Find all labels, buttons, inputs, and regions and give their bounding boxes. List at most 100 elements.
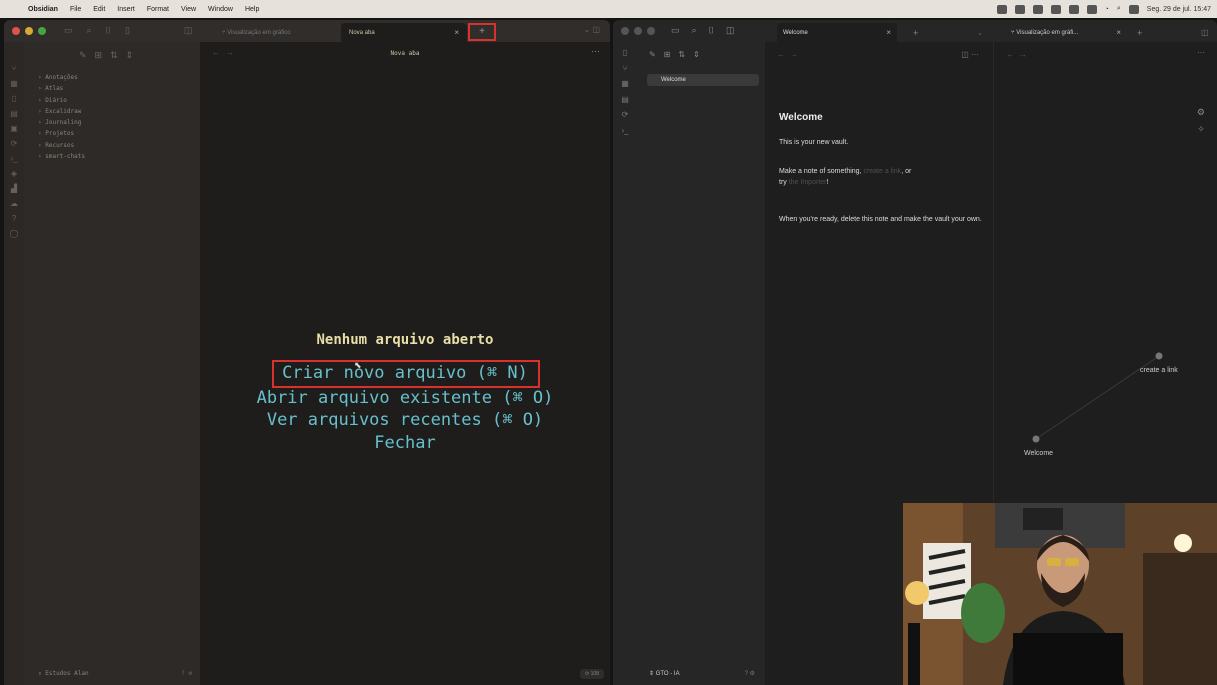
control-center-icon[interactable] [1128,4,1139,14]
menu-file[interactable]: File [64,6,87,13]
folder-item[interactable]: › Projetos [38,128,85,139]
sidebar-toggle-icon[interactable]: ◫ [1195,23,1215,42]
folder-label: smart-chats [45,153,85,161]
sync-icon[interactable]: ⟳ [613,110,637,126]
help-settings-icons[interactable]: ? ⚙ [181,670,192,677]
close-tab-icon[interactable]: × [454,28,459,37]
wifi-icon[interactable]: ◔ [1105,6,1109,13]
new-tab-button[interactable]: + [1131,23,1148,42]
new-note-icon[interactable]: ✎ [649,50,656,59]
new-folder-icon[interactable]: ⊞ [95,50,103,61]
importer-link[interactable]: the Importer [789,179,827,186]
open-existing-file-action[interactable]: Abrir arquivo existente (⌘ O) [200,388,610,408]
folder-item[interactable]: › Atlas [38,83,85,94]
tab-graph-view[interactable]: ⑂ Visualização em gráfi... × [1005,23,1125,42]
search-icon[interactable]: ⌕ [1117,5,1121,13]
close-action[interactable]: Fechar [200,433,610,453]
terminal-icon[interactable]: ›_ [613,126,637,142]
tab-graph-view[interactable]: ⑂ Visualização em gráfico [214,23,340,42]
page-icon[interactable]: ▯ [4,94,24,109]
menu-app-name[interactable]: Obsidian [22,6,64,13]
cube-icon[interactable]: ◈ [4,169,24,184]
battery-icon[interactable] [1086,4,1097,14]
tab-list-icon[interactable]: ⌄ ◫ [584,25,600,34]
new-note-icon[interactable]: ✎ [79,50,87,61]
menu-edit[interactable]: Edit [87,6,111,13]
search-icon[interactable]: ⌕ [692,25,697,36]
bookmark-icon[interactable]: ⌷ [106,25,111,36]
minimize-window-button[interactable] [25,27,33,35]
collapse-icon[interactable]: ⇕ [693,50,700,59]
chevron-down-icon[interactable]: ⌄ [971,23,989,42]
file-item-welcome[interactable]: Welcome [647,74,759,86]
search-icon[interactable]: ⌕ [87,25,92,36]
folder-item[interactable]: › smart-chats [38,151,85,162]
menu-help[interactable]: Help [239,6,265,13]
graph-node[interactable] [1032,435,1040,443]
status-icon[interactable] [1014,4,1025,14]
internal-link[interactable]: create a link [863,168,901,175]
files-icon[interactable]: ▭ [671,25,680,36]
play-icon[interactable] [1068,4,1079,14]
folder-item[interactable]: › Excalidraw [38,106,85,117]
sync-icon[interactable]: ⟳ [4,139,24,154]
help-settings-icons[interactable]: ? ⚙ [745,670,755,677]
clock[interactable]: Seg. 29 de jul. 15:47 [1147,6,1211,13]
menu-format[interactable]: Format [141,6,175,13]
sidebar-toggle-icon[interactable]: ◫ [184,25,193,36]
graph-icon[interactable]: ⑂ [4,64,24,79]
graph-node[interactable] [1155,352,1163,360]
zoom-window-button[interactable] [647,27,655,35]
close-tab-icon[interactable]: × [886,28,891,37]
page-icon[interactable]: ▯ [125,25,130,36]
reading-mode-icon[interactable]: ◫ ⋯ [961,50,979,59]
folder-item[interactable]: › Journaling [38,117,85,128]
tab-new-tab[interactable]: Nova aba × [341,23,467,42]
vault-switcher[interactable]: ⇕ Estudos Alan ? ⚙ [38,670,198,677]
chart-icon[interactable]: ▟ [4,184,24,199]
new-tab-button[interactable]: + [468,23,496,41]
page-icon[interactable]: ▯ [613,48,637,64]
status-bar[interactable]: ⟳ 108 [580,669,604,679]
recent-files-action[interactable]: Ver arquivos recentes (⌘ O) [200,410,610,430]
files-icon[interactable]: ▭ [64,25,73,36]
folder-item[interactable]: › Diário [38,95,85,106]
bookmark-icon[interactable]: ⌷ [709,25,714,36]
sidebar-toggle-icon[interactable]: ◫ [726,25,735,36]
folder-item[interactable]: › Recursos [38,140,85,151]
close-tab-icon[interactable]: × [1116,28,1121,37]
close-window-button[interactable] [621,27,629,35]
folder-item[interactable]: › Anotações [38,72,85,83]
vault-switcher[interactable]: ⇕ GTO - IA ? ⚙ [649,670,759,677]
graph-canvas[interactable] [994,42,1217,502]
more-options-icon[interactable]: ⋯ [591,46,600,57]
zoom-window-button[interactable] [38,27,46,35]
calendar-icon[interactable]: ▤ [613,95,637,111]
template-icon[interactable]: ▣ [4,124,24,139]
new-tab-button[interactable]: + [907,23,924,42]
tab-welcome[interactable]: Welcome × [777,23,897,42]
canvas-icon[interactable]: ▦ [613,79,637,95]
collapse-icon[interactable]: ⇕ [126,50,134,61]
help-icon[interactable]: ? [4,214,24,229]
calendar-icon[interactable]: ▤ [4,109,24,124]
menu-window[interactable]: Window [202,6,239,13]
menu-view[interactable]: View [175,6,202,13]
graph-icon[interactable]: ⑂ [613,64,637,80]
new-folder-icon[interactable]: ⊞ [664,50,671,59]
terminal-icon[interactable]: ›_ [4,154,24,169]
create-new-file-action[interactable]: Criar novo arquivo (⌘ N) [200,363,610,383]
chat-icon[interactable]: ◯ [4,229,24,244]
graph-view-pane: ←→ ⋯ ⚙ ✧ create a link Welcome [993,42,1217,502]
cloud-icon[interactable]: ☁ [4,199,24,214]
status-icon[interactable] [1032,4,1043,14]
status-icon[interactable] [1050,4,1061,14]
status-icon[interactable] [996,4,1007,14]
menu-insert[interactable]: Insert [111,6,141,13]
sort-icon[interactable]: ⇅ [110,50,118,61]
nav-arrows[interactable]: ←→ [777,50,803,59]
minimize-window-button[interactable] [634,27,642,35]
canvas-icon[interactable]: ▦ [4,79,24,94]
close-window-button[interactable] [12,27,20,35]
sort-icon[interactable]: ⇅ [678,50,685,59]
